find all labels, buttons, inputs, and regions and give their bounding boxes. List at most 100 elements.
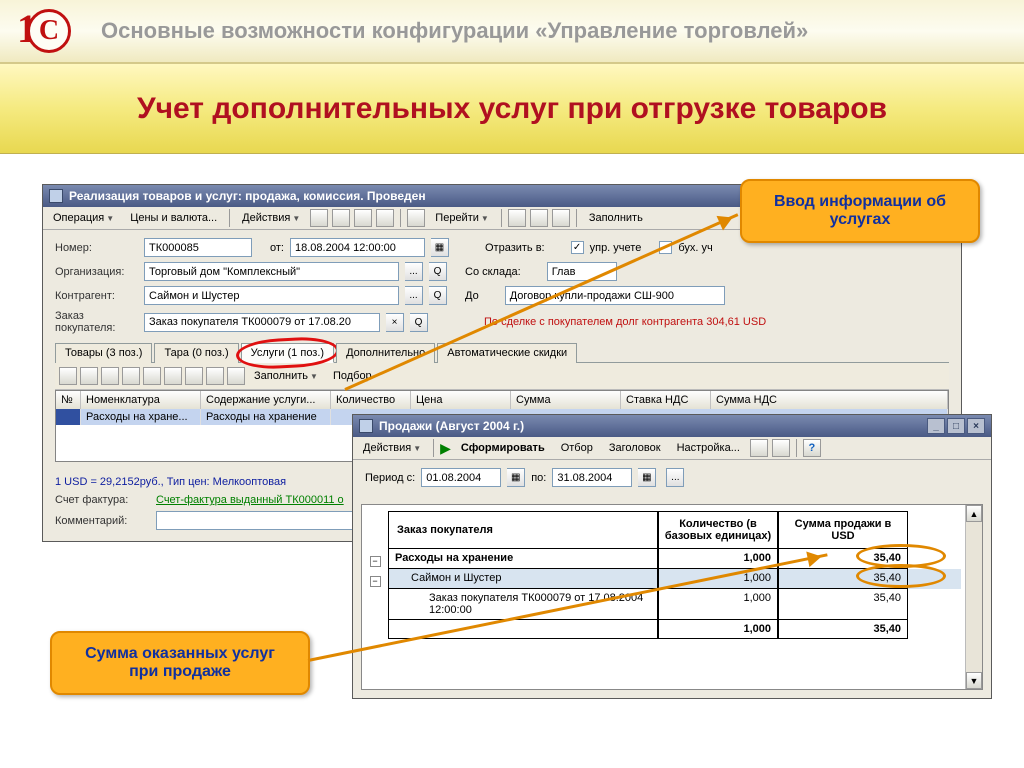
- toolbar-icon[interactable]: [332, 209, 350, 227]
- toolbar-icon[interactable]: [552, 209, 570, 227]
- scrollbar[interactable]: ▲ ▼: [965, 505, 982, 689]
- lookup-icon[interactable]: Q: [429, 286, 447, 305]
- period-select-button[interactable]: ...: [666, 468, 684, 487]
- toolbar-icon[interactable]: [354, 209, 372, 227]
- cell-sum: 35,40: [778, 589, 908, 620]
- win2-titlebar[interactable]: Продажи (Август 2004 г.) _ □ ×: [353, 415, 991, 437]
- toolbar-icon[interactable]: [407, 209, 425, 227]
- delete-row-icon[interactable]: [101, 367, 119, 385]
- collapse-icon[interactable]: −: [370, 556, 381, 567]
- report-header: Заказ покупателя Количество (в базовых е…: [388, 511, 961, 549]
- org-input[interactable]: Торговый дом "Комплексный": [144, 262, 399, 281]
- upr-label: упр. учете: [590, 242, 642, 254]
- rh-qty: Количество (в базовых единицах): [658, 511, 778, 549]
- col-vat-rate[interactable]: Ставка НДС: [621, 391, 711, 409]
- copy-row-icon[interactable]: [122, 367, 140, 385]
- clear-button[interactable]: ×: [386, 313, 404, 332]
- menu-settings[interactable]: Настройка...: [671, 440, 746, 456]
- contract-label: До: [465, 290, 479, 302]
- lookup-icon[interactable]: Q: [410, 313, 428, 332]
- comment-label: Комментарий:: [55, 515, 150, 527]
- close-button[interactable]: ×: [967, 418, 985, 434]
- menu-prices[interactable]: Цены и валюта...: [124, 210, 223, 226]
- report-body: Заказ покупателя Количество (в базовых е…: [362, 505, 965, 689]
- period-from[interactable]: 01.08.2004: [421, 468, 501, 487]
- toolbar-icon[interactable]: [227, 367, 245, 385]
- maximize-button[interactable]: □: [947, 418, 965, 434]
- order-input[interactable]: Заказ покупателя ТК000079 от 17.08.20: [144, 313, 380, 332]
- tab-services[interactable]: Услуги (1 поз.): [241, 343, 334, 363]
- tab-goods[interactable]: Товары (3 поз.): [55, 343, 152, 363]
- comment-input[interactable]: [156, 511, 376, 530]
- collapse-icon[interactable]: −: [370, 576, 381, 587]
- row-marker: [56, 409, 81, 425]
- minimize-button[interactable]: _: [927, 418, 945, 434]
- toolbar-icon[interactable]: [206, 367, 224, 385]
- tab-autodiscount[interactable]: Автоматические скидки: [437, 343, 577, 363]
- cell-qty: 1,000: [658, 589, 778, 620]
- period-to[interactable]: 31.08.2004: [552, 468, 632, 487]
- col-price[interactable]: Цена: [411, 391, 511, 409]
- menu-filter[interactable]: Отбор: [555, 440, 599, 456]
- help-icon[interactable]: ?: [803, 439, 821, 457]
- logo-c: С: [27, 9, 71, 53]
- rh-sum: Сумма продажи в USD: [778, 511, 908, 549]
- toolbar-icon[interactable]: [530, 209, 548, 227]
- calendar-icon[interactable]: ▦: [638, 468, 656, 487]
- win2-title: Продажи (Август 2004 г.): [379, 419, 524, 433]
- report-total-row: 1,000 35,40: [388, 620, 961, 639]
- col-vat-sum[interactable]: Сумма НДС: [711, 391, 948, 409]
- scroll-down-icon[interactable]: ▼: [966, 672, 982, 689]
- menu-form[interactable]: Сформировать: [455, 440, 551, 456]
- toolbar-icon[interactable]: [750, 439, 768, 457]
- report-row[interactable]: Расходы на хранение 1,000 35,40: [388, 549, 961, 569]
- cell-label: Саймон и Шустер: [388, 569, 658, 589]
- number-input[interactable]: ТК000085: [144, 238, 252, 257]
- document-icon: [49, 189, 63, 203]
- grid-fill[interactable]: Заполнить▼: [248, 368, 324, 384]
- move-up-icon[interactable]: [164, 367, 182, 385]
- contragent-input[interactable]: Саймон и Шустер: [144, 286, 399, 305]
- cell-qty: 1,000: [658, 620, 778, 639]
- select-button[interactable]: ...: [405, 286, 423, 305]
- debt-text: По сделке с покупателем долг контрагента…: [484, 316, 766, 328]
- menu-actions[interactable]: Действия▼: [236, 210, 306, 226]
- menu-operation[interactable]: Операция▼: [47, 210, 120, 226]
- upr-checkbox[interactable]: ✓: [571, 241, 584, 254]
- menu-actions[interactable]: Действия▼: [357, 440, 427, 456]
- col-sum[interactable]: Сумма: [511, 391, 621, 409]
- move-down-icon[interactable]: [185, 367, 203, 385]
- cell-nomenclature[interactable]: Расходы на хране...: [81, 409, 201, 425]
- select-button[interactable]: ...: [405, 262, 423, 281]
- cell-content[interactable]: Расходы на хранение: [201, 409, 331, 425]
- toolbar-icon[interactable]: [143, 367, 161, 385]
- cell-sum: 35,40: [778, 569, 908, 589]
- tab-tara[interactable]: Тара (0 поз.): [154, 343, 238, 363]
- add-row-icon[interactable]: [59, 367, 77, 385]
- grid-header: № Номенклатура Содержание услуги... Коли…: [56, 391, 948, 409]
- col-qty[interactable]: Количество: [331, 391, 411, 409]
- col-nomenclature[interactable]: Номенклатура: [81, 391, 201, 409]
- calendar-icon[interactable]: ▦: [507, 468, 525, 487]
- toolbar-icon[interactable]: [376, 209, 394, 227]
- scroll-up-icon[interactable]: ▲: [966, 505, 982, 522]
- col-content[interactable]: Содержание услуги...: [201, 391, 331, 409]
- calendar-icon[interactable]: ▦: [431, 238, 449, 257]
- report-row[interactable]: Заказ покупателя ТК000079 от 17.08.2004 …: [388, 589, 961, 620]
- menu-goto[interactable]: Перейти▼: [429, 210, 495, 226]
- callout-sum: Сумма оказанных услуг при продаже: [50, 631, 310, 695]
- toolbar-icon[interactable]: [310, 209, 328, 227]
- menu-header[interactable]: Заголовок: [603, 440, 667, 456]
- menu-fill[interactable]: Заполнить: [583, 210, 649, 226]
- reflect-label: Отразить в:: [485, 242, 545, 254]
- date-input[interactable]: 18.08.2004 12:00:00: [290, 238, 425, 257]
- col-num[interactable]: №: [56, 391, 81, 409]
- warehouse-label: Со склада:: [465, 266, 521, 278]
- cell-sum: 35,40: [778, 620, 908, 639]
- invoice-link[interactable]: Счет-фактура выданный ТК000011 о: [156, 494, 344, 506]
- org-label: Организация:: [55, 266, 138, 278]
- toolbar-icon[interactable]: [508, 209, 526, 227]
- lookup-icon[interactable]: Q: [429, 262, 447, 281]
- toolbar-icon[interactable]: [772, 439, 790, 457]
- edit-row-icon[interactable]: [80, 367, 98, 385]
